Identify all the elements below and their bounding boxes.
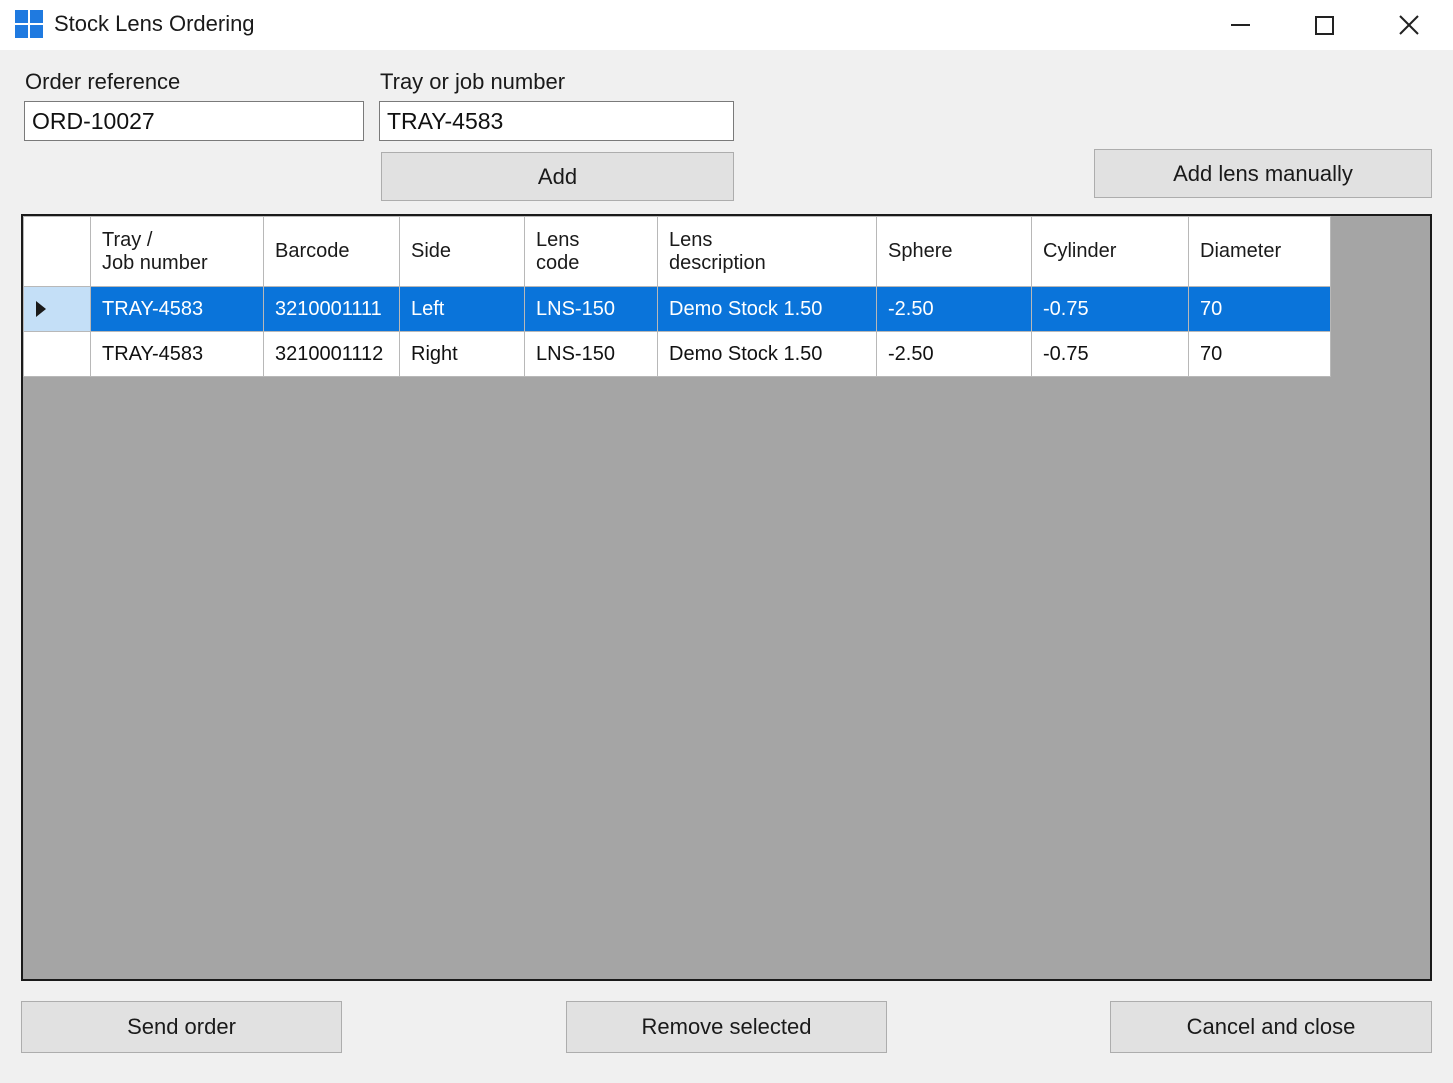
cell-sphere[interactable]: -2.50 — [876, 331, 1032, 377]
row-header[interactable] — [23, 331, 91, 377]
maximize-icon — [1314, 15, 1334, 35]
header-row: Tray / Job number Barcode Side Lens code… — [23, 216, 1331, 287]
app-window: Stock Lens Ordering Order reference Tray… — [0, 0, 1453, 1083]
current-row-arrow-icon — [36, 301, 46, 317]
order-reference-input[interactable] — [24, 101, 364, 141]
column-header-tray-line1: Tray / — [102, 228, 153, 251]
cell-diameter[interactable]: 70 — [1188, 331, 1331, 377]
title-bar[interactable]: Stock Lens Ordering — [0, 0, 1453, 50]
close-icon — [1399, 15, 1419, 35]
cell-barcode[interactable]: 3210001112 — [263, 331, 400, 377]
cell-side[interactable]: Left — [399, 286, 525, 332]
cell-lens-code[interactable]: LNS-150 — [524, 286, 658, 332]
add-button[interactable]: Add — [381, 152, 734, 201]
column-header-barcode[interactable]: Barcode — [263, 216, 400, 287]
app-windows-icon — [15, 10, 43, 38]
add-lens-manually-button[interactable]: Add lens manually — [1094, 149, 1432, 198]
column-header-lens-description-line1: Lens — [669, 228, 713, 251]
maximize-button[interactable] — [1282, 0, 1366, 50]
column-header-lens-code[interactable]: Lens code — [524, 216, 658, 287]
minimize-button[interactable] — [1198, 0, 1282, 50]
column-header-side[interactable]: Side — [399, 216, 525, 287]
column-header-lens-code-line1: Lens — [536, 228, 580, 251]
tray-number-label: Tray or job number — [380, 69, 566, 94]
column-header-tray-line2: Job number — [102, 251, 208, 274]
column-header-diameter[interactable]: Diameter — [1188, 216, 1331, 287]
table-row[interactable]: TRAY-4583 3210001111 Left LNS-150 Demo S… — [23, 286, 1331, 332]
cell-lens-description[interactable]: Demo Stock 1.50 — [657, 286, 877, 332]
cell-diameter[interactable]: 70 — [1188, 286, 1331, 332]
cell-tray[interactable]: TRAY-4583 — [90, 331, 264, 377]
row-header-corner — [23, 216, 91, 287]
column-header-cylinder[interactable]: Cylinder — [1031, 216, 1189, 287]
cell-lens-description[interactable]: Demo Stock 1.50 — [657, 331, 877, 377]
order-reference-label: Order reference — [25, 69, 181, 94]
column-header-sphere[interactable]: Sphere — [876, 216, 1032, 287]
column-header-lens-description[interactable]: Lens description — [657, 216, 877, 287]
cell-barcode[interactable]: 3210001111 — [263, 286, 400, 332]
lens-grid[interactable]: Tray / Job number Barcode Side Lens code… — [21, 214, 1432, 981]
column-header-lens-description-line2: description — [669, 251, 766, 274]
cell-cylinder[interactable]: -0.75 — [1031, 331, 1189, 377]
cell-side[interactable]: Right — [399, 331, 525, 377]
window-title: Stock Lens Ordering — [54, 11, 255, 36]
row-header[interactable] — [23, 286, 91, 332]
lens-table: Tray / Job number Barcode Side Lens code… — [23, 216, 1331, 377]
cell-cylinder[interactable]: -0.75 — [1031, 286, 1189, 332]
table-row[interactable]: TRAY-4583 3210001112 Right LNS-150 Demo … — [23, 331, 1331, 377]
remove-selected-button[interactable]: Remove selected — [566, 1001, 887, 1053]
column-header-lens-code-line2: code — [536, 251, 580, 274]
column-header-tray[interactable]: Tray / Job number — [90, 216, 264, 287]
cell-lens-code[interactable]: LNS-150 — [524, 331, 658, 377]
cell-tray[interactable]: TRAY-4583 — [90, 286, 264, 332]
close-button[interactable] — [1367, 0, 1451, 50]
cancel-and-close-button[interactable]: Cancel and close — [1110, 1001, 1432, 1053]
minimize-icon — [1230, 24, 1250, 26]
send-order-button[interactable]: Send order — [21, 1001, 342, 1053]
cell-sphere[interactable]: -2.50 — [876, 286, 1032, 332]
tray-number-input[interactable] — [379, 101, 734, 141]
